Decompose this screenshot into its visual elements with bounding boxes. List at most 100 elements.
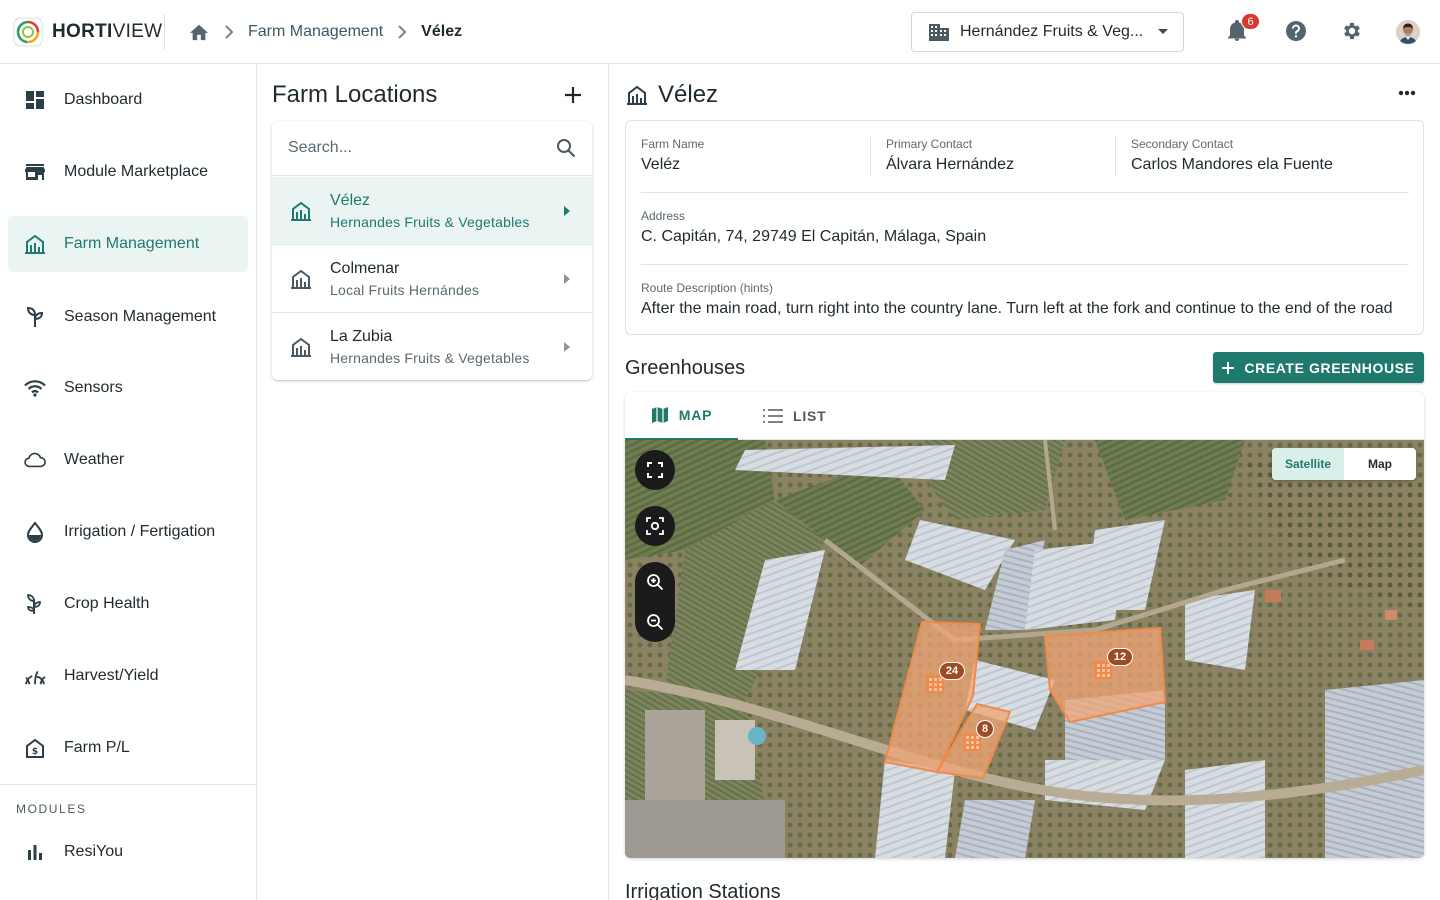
greenhouse-marker[interactable]: 8 <box>960 720 1000 756</box>
farm-list-item[interactable]: Vélez Hernandes Fruits & Vegetables <box>272 177 592 245</box>
farm-name: La Zubia <box>330 328 393 345</box>
divider <box>164 14 165 50</box>
sidebar-item-sensors[interactable]: Sensors <box>8 360 248 416</box>
view-tabs: MAP LIST <box>625 392 1424 440</box>
search-bar <box>272 121 592 176</box>
breadcrumb-current: Vélez <box>421 23 463 40</box>
fullscreen-icon <box>647 462 663 478</box>
sidebar-item-crop-health[interactable]: Crop Health <box>8 576 248 632</box>
svg-text:$: $ <box>32 747 38 757</box>
farm-list-item[interactable]: Colmenar Local Fruits Hernándes <box>272 245 592 313</box>
field-label: Secondary Contact <box>1131 137 1234 151</box>
organization-select[interactable]: Hernández Fruits & Veg... <box>911 12 1184 52</box>
sidebar-item-label: Weather <box>64 451 125 468</box>
farm-locations-panel: Farm Locations Vélez Hernandes Fruits & … <box>257 64 609 900</box>
farm-info-card: Farm Name Veléz Primary Contact Álvara H… <box>625 120 1424 335</box>
recenter-button[interactable] <box>635 506 675 546</box>
zoom-in-icon[interactable] <box>646 573 664 591</box>
list-icon <box>763 409 783 423</box>
farm-icon <box>626 85 648 105</box>
focus-icon <box>646 517 664 535</box>
sidebar-item-label: Irrigation / Fertigation <box>64 523 216 540</box>
chevron-right-icon <box>224 25 234 39</box>
field-value: Veléz <box>641 156 681 173</box>
breadcrumb-farm-management[interactable]: Farm Management <box>248 23 383 41</box>
marker-count: 8 <box>976 720 994 738</box>
marker-count: 24 <box>939 662 965 680</box>
greenhouses-heading: Greenhouses <box>625 357 746 379</box>
help-icon[interactable] <box>1285 20 1307 42</box>
plant-icon <box>24 593 46 615</box>
sidebar-item-farm-pl[interactable]: $ Farm P/L <box>8 720 248 776</box>
divider <box>870 137 871 177</box>
caret-right-icon <box>564 342 570 352</box>
field-label: Address <box>641 209 686 223</box>
tab-list[interactable]: LIST <box>763 392 827 440</box>
plus-icon <box>1222 361 1235 374</box>
divider <box>0 784 256 785</box>
zoom-controls <box>635 562 675 642</box>
panel-title: Farm Locations <box>272 81 438 108</box>
app-logo[interactable]: HORTIVIEW <box>12 16 162 48</box>
notification-count-badge: 6 <box>1241 13 1260 30</box>
sidebar-item-season-management[interactable]: Season Management <box>8 289 248 345</box>
sidebar: Dashboard Module Marketplace Farm Manage… <box>0 64 257 900</box>
drop-icon <box>24 521 46 543</box>
sidebar-item-dashboard[interactable]: Dashboard <box>8 72 248 128</box>
marker-count: 12 <box>1107 648 1133 666</box>
farm-list-item[interactable]: La Zubia Hernandes Fruits & Vegetables <box>272 313 592 380</box>
map-toggle-button[interactable]: Map <box>1344 448 1416 480</box>
logo-icon <box>13 17 43 47</box>
farm-icon <box>290 337 312 357</box>
farm-list-card: Vélez Hernandes Fruits & Vegetables Colm… <box>272 121 592 380</box>
modules-heading: MODULES <box>16 802 87 816</box>
sidebar-item-harvest-yield[interactable]: Harvest/Yield <box>8 648 248 704</box>
sidebar-item-label: Module Marketplace <box>64 163 209 180</box>
greenhouse-marker[interactable]: 24 <box>923 662 973 698</box>
divider <box>641 264 1409 265</box>
sidebar-item-weather[interactable]: Weather <box>8 432 248 488</box>
farm-name: Colmenar <box>330 259 400 277</box>
map-image <box>625 440 1424 858</box>
map-icon <box>651 406 669 424</box>
avatar[interactable] <box>1396 20 1420 44</box>
cloud-icon <box>24 449 46 471</box>
farm-icon <box>290 201 312 221</box>
greenhouse-marker[interactable]: 12 <box>1091 648 1141 684</box>
zoom-out-icon[interactable] <box>646 613 664 631</box>
fullscreen-button[interactable] <box>635 450 675 490</box>
bar-chart-icon <box>24 841 46 863</box>
sidebar-item-resiyou[interactable]: ResiYou <box>8 824 248 880</box>
home-icon[interactable] <box>188 22 210 42</box>
create-greenhouse-button[interactable]: CREATE GREENHOUSE <box>1213 352 1424 383</box>
field-value: Álvara Hernández <box>886 156 1015 173</box>
search-input[interactable] <box>288 139 556 157</box>
farm-company: Hernandes Fruits & Vegetables <box>330 350 530 366</box>
more-options-icon[interactable] <box>1398 90 1416 96</box>
tab-label: MAP <box>678 407 713 423</box>
breadcrumb: Farm Management Vélez <box>188 20 462 44</box>
search-icon[interactable] <box>556 138 576 158</box>
farm-title-text: Vélez <box>658 81 719 108</box>
sidebar-item-label: Dashboard <box>64 91 143 108</box>
divider <box>641 192 1409 193</box>
sidebar-item-label: Harvest/Yield <box>64 667 159 684</box>
satellite-map[interactable]: 24 8 12 Satellite Map <box>625 440 1424 858</box>
satellite-toggle-button[interactable]: Satellite <box>1272 448 1344 480</box>
primary-contact-field: Primary Contact Álvara Hernández <box>886 137 1014 174</box>
caret-right-icon <box>564 273 570 284</box>
sidebar-item-module-marketplace[interactable]: Module Marketplace <box>8 144 248 200</box>
field-value: C. Capitán, 74, 29749 El Capitán, Málaga… <box>641 228 987 245</box>
sidebar-item-label: Farm P/L <box>64 739 130 756</box>
farm-name: Vélez <box>330 191 371 209</box>
divider <box>1115 137 1116 177</box>
organization-select-value: Hernández Fruits & Veg... <box>960 23 1144 40</box>
field-value: After the main road, turn right into the… <box>641 300 1393 317</box>
sidebar-item-farm-management[interactable]: Farm Management <box>8 216 248 272</box>
gear-icon[interactable] <box>1341 20 1363 42</box>
add-farm-button[interactable] <box>563 85 583 105</box>
field-label: Route Description (hints) <box>641 281 774 295</box>
farm-company: Hernandes Fruits & Vegetables <box>330 213 530 230</box>
sidebar-item-irrigation[interactable]: Irrigation / Fertigation <box>8 504 248 560</box>
tab-map[interactable]: MAP <box>625 392 738 440</box>
